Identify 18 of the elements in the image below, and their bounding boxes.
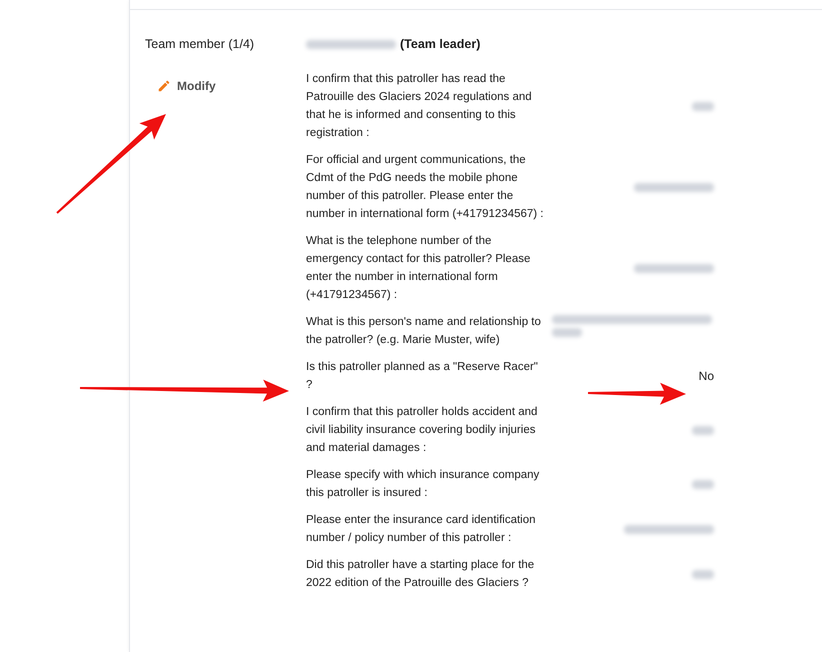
team-member-label: Team member (1/4): [145, 36, 256, 53]
question-text: For official and urgent communications, the Cdmt of the PdG needs the mobile phone number of this patroller. Please enter the number in international form (+41791234567) :: [306, 153, 544, 222]
question-text: What is this person's name and relationship to the patroller? (e.g. Marie Muster, wife): [306, 315, 542, 348]
pencil-icon: [157, 79, 171, 93]
question-text: I confirm that this patroller holds accident and civil liability insurance covering bodily injuries and material damages :: [306, 405, 538, 456]
answer-text: No: [698, 368, 714, 385]
blurred-text-drawing: [692, 100, 714, 112]
question-text: I confirm that this patroller has read the Patrouille des Glaciers 2024 regulations and that he is informed and consenting to this registration :: [306, 72, 533, 141]
modify-button[interactable]: Modify: [157, 77, 216, 95]
team-role-text: (Team leader): [400, 36, 480, 53]
question-text: Did this patroller have a starting place for the 2022 edition of the Patrouille des Glaciers ?: [306, 558, 536, 591]
question-text: Please enter the insurance card identification number / policy number of this patroller :: [306, 513, 537, 546]
blurred-text-drawing: [692, 568, 714, 580]
blurred-text-drawing: [692, 424, 714, 436]
blurred-text-drawing: [692, 478, 714, 490]
question-text: What is the telephone number of the emergency contact for this patroller? Please enter the number in international form (+41791234567) :: [306, 234, 532, 303]
question-text: Is this patroller planned as a "Reserve Racer" ?: [306, 360, 539, 393]
question-text: Please specify with which insurance company this patroller is insured :: [306, 468, 540, 501]
